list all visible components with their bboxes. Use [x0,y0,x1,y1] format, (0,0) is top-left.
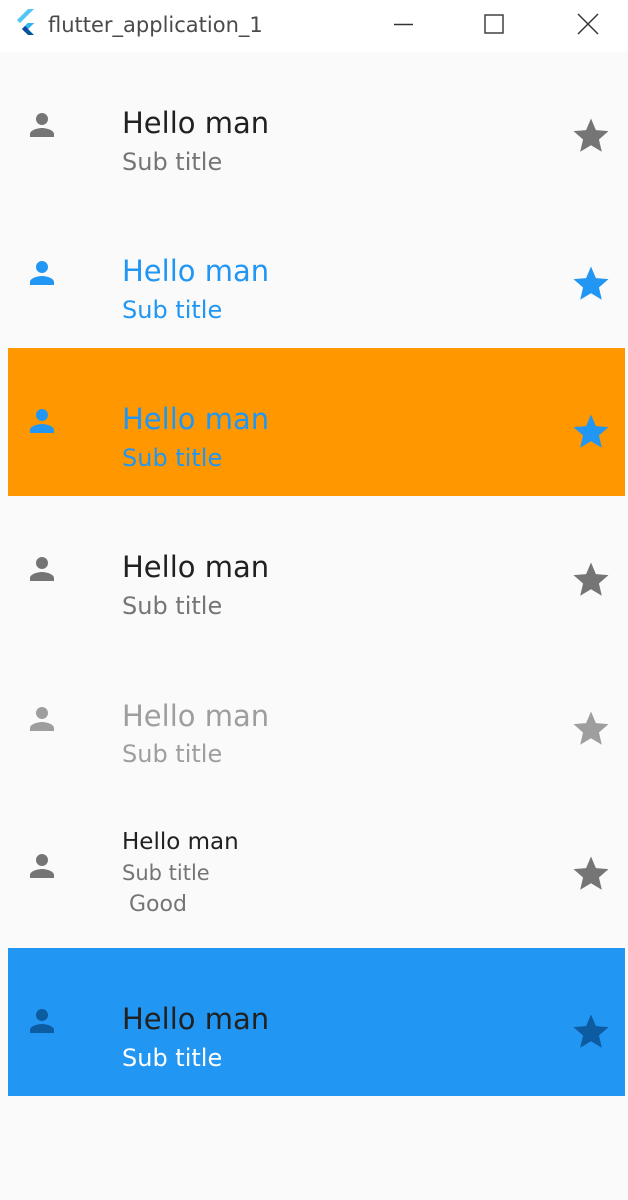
star-icon[interactable] [570,559,612,601]
person-icon [24,551,60,587]
title-bar[interactable]: flutter_application_1 [0,0,628,52]
minimize-button[interactable] [381,0,427,48]
tile-subtitle: Sub title [122,444,223,472]
close-button[interactable] [565,0,611,48]
list-tile[interactable]: Hello man Sub title [8,348,625,496]
tile-title: Hello man [122,829,239,855]
tile-subtitle: Sub title [122,592,223,620]
star-icon[interactable] [570,411,612,453]
tile-subtitle: Sub title [122,861,210,885]
tile-subtitle: Sub title [122,740,223,768]
person-icon [24,1003,60,1039]
tile-subtitle: Sub title [122,296,223,324]
tile-title: Hello man [122,254,270,288]
minimize-icon [394,23,413,26]
tile-subtitle: Sub title [122,1044,223,1072]
star-icon[interactable] [570,115,612,157]
close-icon [577,13,599,35]
person-icon [24,848,60,884]
person-icon [24,255,60,291]
tile-subtitle: Sub title [122,148,223,176]
tile-title: Hello man [122,699,270,733]
list-tile[interactable]: Hello man Sub title [8,52,625,200]
person-icon [24,403,60,439]
star-icon [570,708,612,750]
person-icon [24,701,60,737]
window-title: flutter_application_1 [48,13,263,37]
star-icon[interactable] [570,1011,612,1053]
list-tile[interactable]: Hello man Sub title [8,948,625,1096]
list-view: Hello man Sub title Hello man Sub title … [8,52,625,1096]
star-icon[interactable] [570,853,612,895]
list-tile[interactable]: Hello man Sub title Good [8,792,625,948]
flutter-logo-icon [14,8,42,40]
tile-title: Hello man [122,550,270,584]
star-icon[interactable] [570,263,612,305]
maximize-icon [484,14,504,34]
list-tile[interactable]: Hello man Sub title [8,200,625,348]
tile-title: Hello man [122,1002,270,1036]
list-tile: Hello man Sub title [8,644,625,792]
tile-title: Hello man [122,106,270,140]
app-window: flutter_application_1 Hello man Sub titl… [0,0,628,1200]
person-icon [24,107,60,143]
list-tile[interactable]: Hello man Sub title [8,496,625,644]
tile-extra-line: Good [122,892,187,917]
tile-title: Hello man [122,402,270,436]
maximize-button[interactable] [471,0,517,48]
